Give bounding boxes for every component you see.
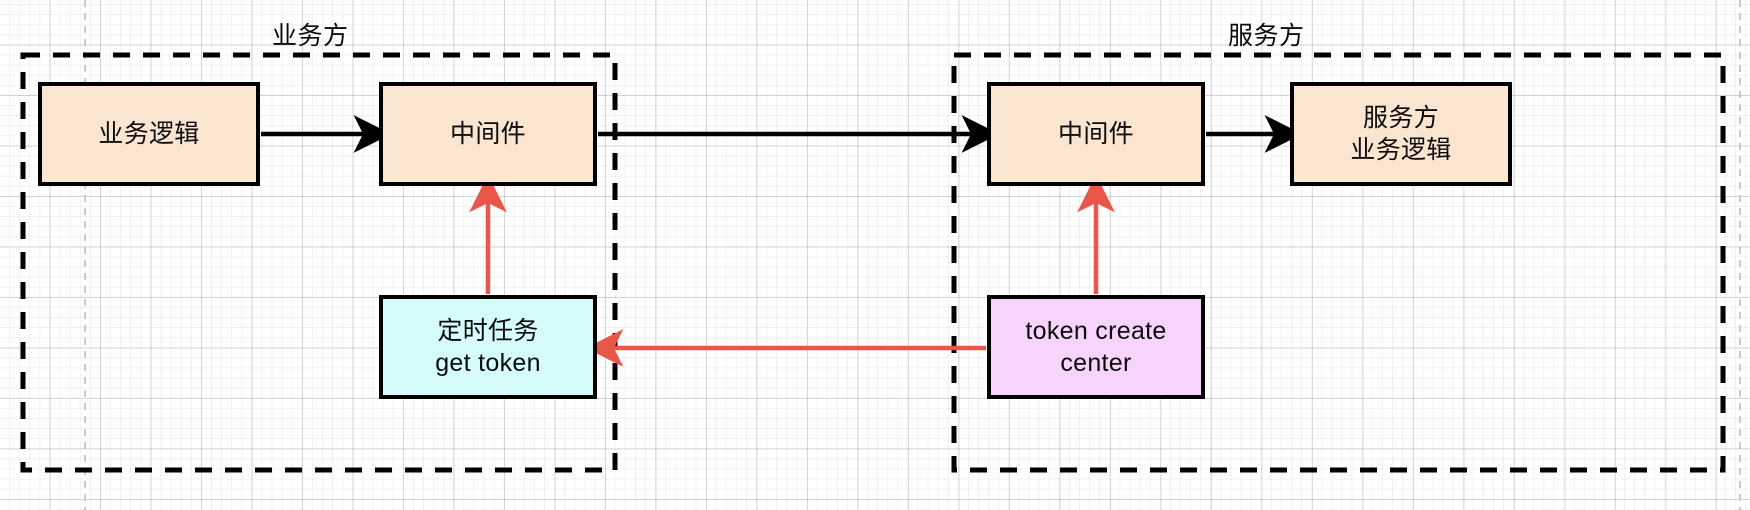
zone-label-consumer: 业务方: [272, 22, 349, 50]
node-provider-business-logic[interactable]: 服务方 业务逻辑: [1290, 82, 1512, 186]
node-label-line-1: token create: [1025, 317, 1167, 345]
node-label: 中间件: [1058, 120, 1134, 148]
node-token-create-center[interactable]: token create center: [987, 295, 1205, 399]
node-label-line-2: center: [1060, 349, 1132, 377]
node-consumer-business-logic[interactable]: 业务逻辑: [38, 82, 260, 186]
node-label-line-2: 业务逻辑: [1350, 136, 1452, 164]
node-label-line-2: get token: [435, 349, 541, 377]
node-label: 业务逻辑: [98, 120, 200, 148]
zone-label-provider: 服务方: [1228, 22, 1305, 50]
node-label-line-1: 定时任务: [437, 317, 539, 345]
diagram-canvas: 业务方 服务方 业务逻辑 中间件 中间件 服务方 业务逻辑 定时任务 get t…: [0, 0, 1750, 510]
node-scheduled-task[interactable]: 定时任务 get token: [379, 295, 597, 399]
node-label-line-1: 服务方: [1363, 104, 1439, 132]
guide-lines: [84, 0, 1741, 510]
node-consumer-middleware[interactable]: 中间件: [379, 82, 597, 186]
diagram-vector-layer: [20, 0, 1741, 510]
node-provider-middleware[interactable]: 中间件: [987, 82, 1205, 186]
node-label: 中间件: [450, 120, 526, 148]
